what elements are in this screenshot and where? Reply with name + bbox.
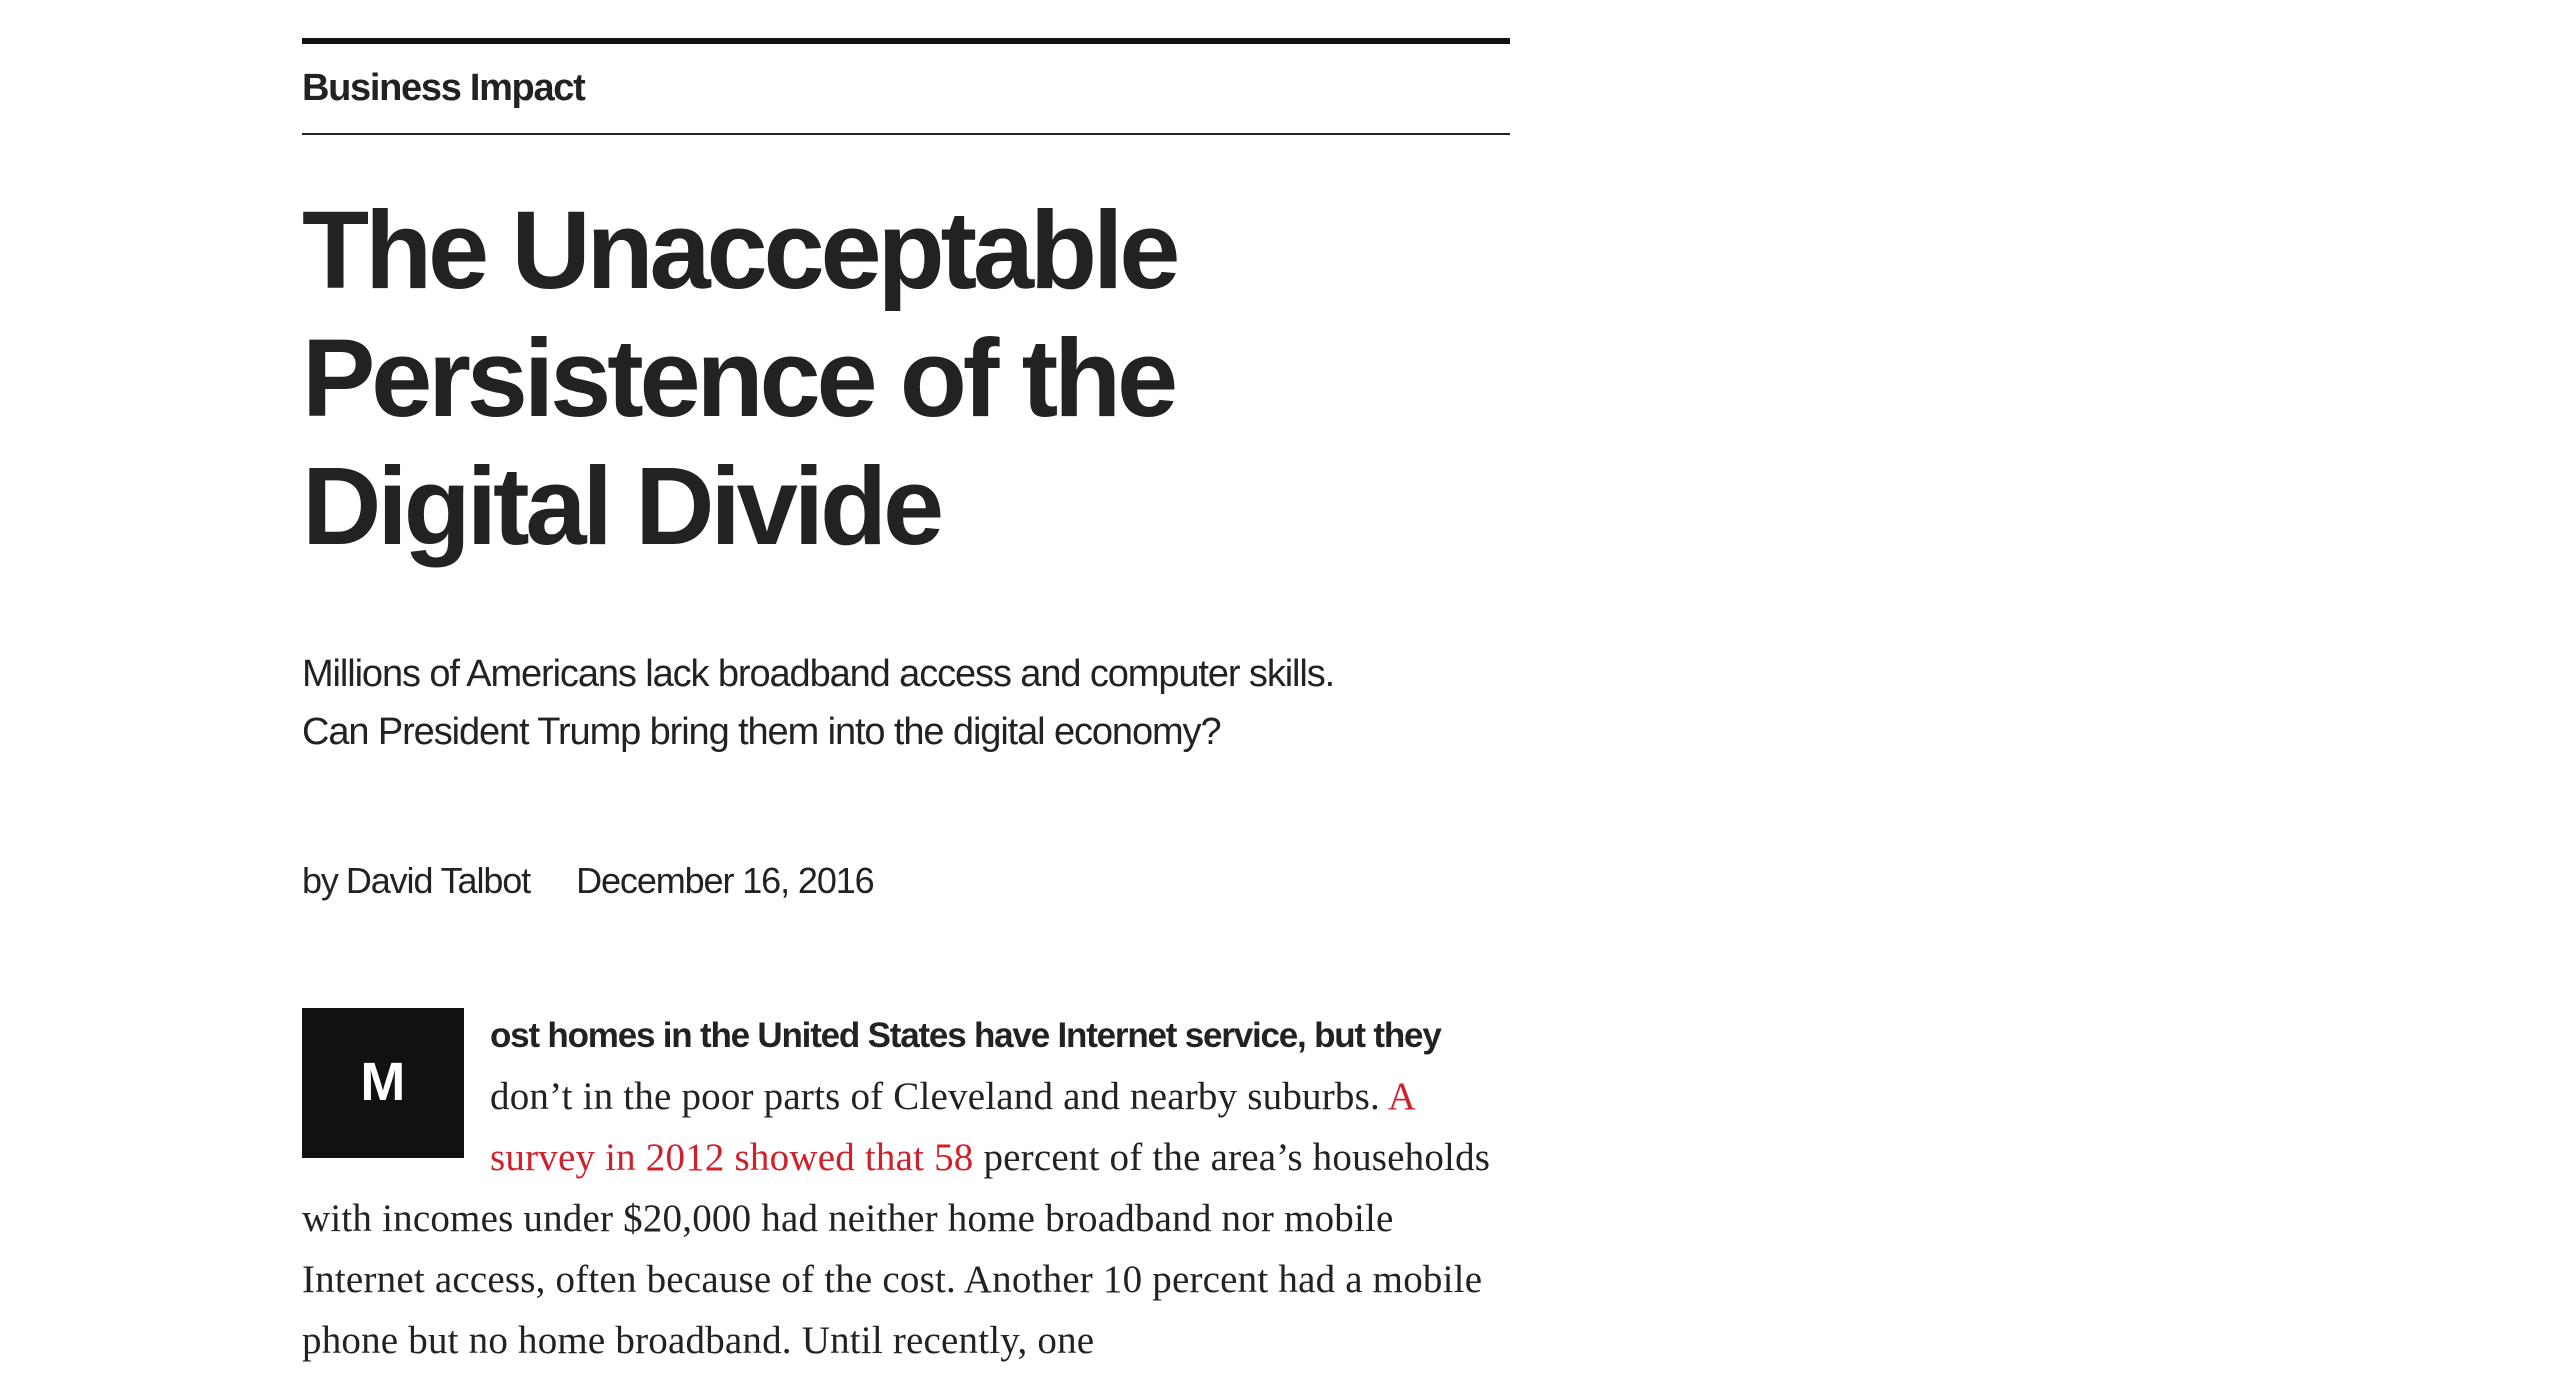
section-top-rule (302, 38, 1510, 44)
drop-cap: M (302, 1007, 464, 1158)
article-body: Most homes in the United States have Int… (302, 1004, 1514, 1371)
publish-date: December 16, 2016 (576, 859, 875, 901)
article-headline: The Unacceptable Persistence of the Digi… (302, 188, 1180, 568)
article: Business Impact The Unacceptable Persist… (302, 38, 1510, 1371)
lead-in-text: ost homes in the United States have Inte… (490, 1015, 1442, 1055)
section-link[interactable]: Business Impact (302, 67, 1510, 110)
article-dek: Millions of Americans lack broadband acc… (302, 652, 1335, 753)
section-bottom-rule (302, 132, 1510, 135)
body-text: don’t in the poor parts of Cleveland and… (490, 1074, 1388, 1118)
author-link[interactable]: David Talbot (346, 859, 531, 902)
byline-prefix: by (302, 859, 339, 901)
byline: by David Talbot December 16, 2016 (302, 859, 1510, 902)
